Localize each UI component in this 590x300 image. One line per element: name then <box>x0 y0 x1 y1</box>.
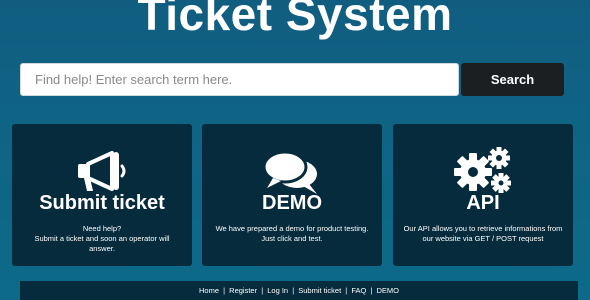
gears-icon <box>393 147 573 196</box>
footer-link-home[interactable]: Home <box>199 286 219 295</box>
card-title: DEMO <box>262 192 322 214</box>
api-card[interactable]: API Our API allows you to retrieve infor… <box>393 124 573 266</box>
footer-link-submit-ticket[interactable]: Submit ticket <box>298 286 341 295</box>
megaphone-icon <box>12 150 192 196</box>
footer-separator: | <box>370 286 373 295</box>
chat-bubbles-icon <box>202 150 382 196</box>
card-description: We have prepared a demo for product test… <box>215 224 369 243</box>
footer-link-register[interactable]: Register <box>229 286 257 295</box>
footer-link-login[interactable]: Log In <box>267 286 288 295</box>
card-title: API <box>466 192 500 214</box>
footer-separator: | <box>261 286 264 295</box>
card-title: Submit ticket <box>39 192 165 214</box>
submit-ticket-card[interactable]: Submit ticket Need help? Submit a ticket… <box>12 124 192 266</box>
search-button[interactable]: Search <box>461 63 564 96</box>
footer-separator: | <box>292 286 295 295</box>
footer-separator: | <box>223 286 226 295</box>
page-title: Ticket System <box>137 0 453 40</box>
footer-link-demo[interactable]: DEMO <box>376 286 399 295</box>
search-input[interactable] <box>20 63 459 96</box>
footer-nav: Home | Register | Log In | Submit ticket… <box>20 281 578 300</box>
footer-link-faq[interactable]: FAQ <box>351 286 366 295</box>
card-description: Our API allows you to retrieve informati… <box>403 224 563 243</box>
footer-separator: | <box>345 286 348 295</box>
demo-card[interactable]: DEMO We have prepared a demo for product… <box>202 124 382 266</box>
card-description: Need help? Submit a ticket and soon an o… <box>34 224 170 253</box>
